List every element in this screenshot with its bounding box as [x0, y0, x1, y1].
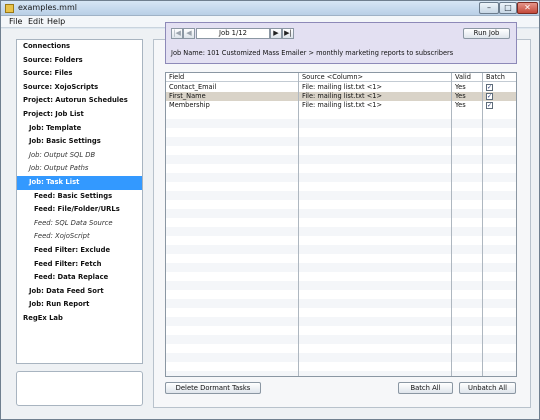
- empty-row: [166, 137, 516, 146]
- empty-row: [166, 263, 516, 272]
- sidebar: Connections Source: Folders Source: File…: [16, 39, 143, 364]
- empty-row: [166, 155, 516, 164]
- sidebar-item-feed-basic-settings[interactable]: Feed: Basic Settings: [17, 190, 142, 204]
- empty-row: [166, 317, 516, 326]
- next-job-icon[interactable]: ▶: [270, 28, 282, 39]
- column-header-source[interactable]: Source <Column>: [302, 73, 363, 82]
- first-job-icon[interactable]: |◀: [171, 28, 183, 39]
- empty-row: [166, 245, 516, 254]
- source-cell: File: mailing list.txt <1>: [302, 101, 382, 109]
- valid-cell: Yes: [455, 92, 466, 100]
- sidebar-item-feed-filter-exclude[interactable]: Feed Filter: Exclude: [17, 244, 142, 258]
- window-title: examples.mml: [18, 3, 77, 12]
- sidebar-item-autorun-schedules[interactable]: Project: Autorun Schedules: [17, 94, 142, 108]
- table-row[interactable]: Contact_Email File: mailing list.txt <1>…: [166, 83, 516, 92]
- sidebar-item-source-folders[interactable]: Source: Folders: [17, 54, 142, 68]
- empty-row: [166, 353, 516, 362]
- sidebar-item-job-basic-settings[interactable]: Job: Basic Settings: [17, 135, 142, 149]
- empty-row: [166, 191, 516, 200]
- table-row[interactable]: Membership File: mailing list.txt <1> Ye…: [166, 101, 516, 110]
- sidebar-item-job-output-paths[interactable]: Job: Output Paths: [17, 162, 142, 176]
- minimize-icon[interactable]: –: [479, 2, 499, 14]
- empty-row: [166, 371, 516, 376]
- empty-row: [166, 299, 516, 308]
- sidebar-item-feed-file-folder-urls[interactable]: Feed: File/Folder/URLs: [17, 203, 142, 217]
- sidebar-item-feed-sql-data-source[interactable]: Feed: SQL Data Source: [17, 217, 142, 231]
- column-header-field[interactable]: Field: [169, 73, 184, 82]
- table-row[interactable]: First_Name File: mailing list.txt <1> Ye…: [166, 92, 516, 101]
- menu-edit[interactable]: Edit: [28, 17, 44, 26]
- close-icon[interactable]: ✕: [517, 2, 538, 14]
- delete-dormant-tasks-button[interactable]: Delete Dormant Tasks: [165, 382, 261, 394]
- unbatch-all-button[interactable]: Unbatch All: [459, 382, 516, 394]
- batch-checkbox[interactable]: ✓: [486, 84, 493, 91]
- column-divider: [298, 73, 299, 376]
- sidebar-item-job-template[interactable]: Job: Template: [17, 122, 142, 136]
- sidebar-info-box: [16, 371, 143, 406]
- sidebar-item-job-task-list[interactable]: Job: Task List: [17, 176, 142, 190]
- sidebar-item-job-output-sql-db[interactable]: Job: Output SQL DB: [17, 149, 142, 163]
- sidebar-item-feed-xojoscript[interactable]: Feed: XojoScript: [17, 230, 142, 244]
- sidebar-item-connections[interactable]: Connections: [17, 40, 142, 54]
- app-icon: [5, 4, 14, 13]
- empty-row: [166, 335, 516, 344]
- title-bar[interactable]: examples.mml – □ ✕: [1, 1, 539, 16]
- maximize-icon[interactable]: □: [499, 2, 517, 14]
- job-navigator: |◀ ◀ Job 1/12 ▶ ▶| Run Job Job Name: 101…: [165, 22, 517, 64]
- column-header-batch[interactable]: Batch: [486, 73, 505, 82]
- sidebar-item-source-files[interactable]: Source: Files: [17, 67, 142, 81]
- column-divider: [482, 73, 483, 376]
- empty-row: [166, 209, 516, 218]
- table-header: Field Source <Column> Valid Batch: [166, 73, 516, 82]
- job-name-label: Job Name: 101 Customized Mass Emailer > …: [171, 49, 454, 57]
- empty-row: [166, 119, 516, 128]
- task-table: Field Source <Column> Valid Batch Contac…: [165, 72, 517, 377]
- valid-cell: Yes: [455, 101, 466, 109]
- sidebar-item-feed-filter-fetch[interactable]: Feed Filter: Fetch: [17, 258, 142, 272]
- job-counter: Job 1/12: [196, 28, 270, 39]
- field-cell: Contact_Email: [169, 83, 217, 91]
- empty-row: [166, 173, 516, 182]
- source-cell: File: mailing list.txt <1>: [302, 92, 382, 100]
- field-cell: Membership: [169, 101, 210, 109]
- menu-help[interactable]: Help: [47, 17, 65, 26]
- sidebar-item-job-run-report[interactable]: Job: Run Report: [17, 298, 142, 312]
- sidebar-item-feed-data-replace[interactable]: Feed: Data Replace: [17, 271, 142, 285]
- run-job-button[interactable]: Run Job: [463, 28, 510, 39]
- source-cell: File: mailing list.txt <1>: [302, 83, 382, 91]
- menu-file[interactable]: File: [9, 17, 22, 26]
- previous-job-icon[interactable]: ◀: [183, 28, 195, 39]
- column-divider: [451, 73, 452, 376]
- batch-all-button[interactable]: Batch All: [398, 382, 453, 394]
- empty-row: [166, 281, 516, 290]
- field-cell: First_Name: [169, 92, 206, 100]
- sidebar-item-job-list[interactable]: Project: Job List: [17, 108, 142, 122]
- app-window: examples.mml – □ ✕ File Edit Help Connec…: [0, 0, 540, 420]
- batch-checkbox[interactable]: ✓: [486, 93, 493, 100]
- column-header-valid[interactable]: Valid: [455, 73, 471, 82]
- sidebar-item-job-data-feed-sort[interactable]: Job: Data Feed Sort: [17, 285, 142, 299]
- batch-checkbox[interactable]: ✓: [486, 102, 493, 109]
- valid-cell: Yes: [455, 83, 466, 91]
- last-job-icon[interactable]: ▶|: [282, 28, 294, 39]
- empty-row: [166, 227, 516, 236]
- sidebar-item-source-xojoscripts[interactable]: Source: XojoScripts: [17, 81, 142, 95]
- sidebar-item-regex-lab[interactable]: RegEx Lab: [17, 312, 142, 326]
